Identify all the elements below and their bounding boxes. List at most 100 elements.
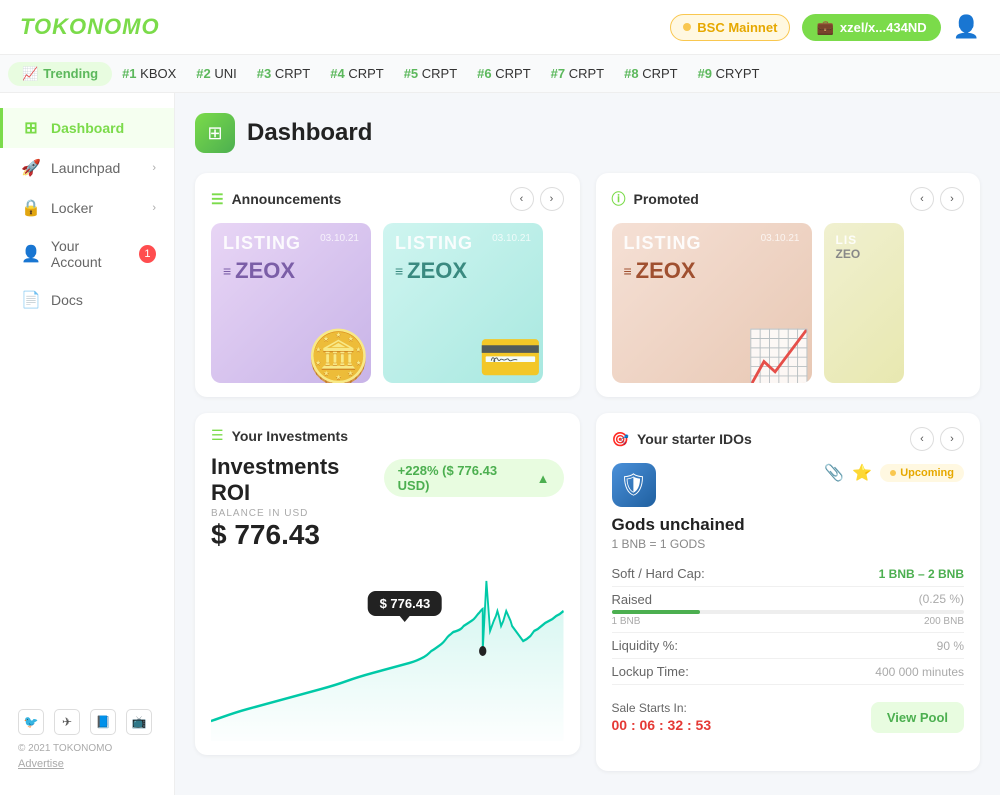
listing-label-3: LISTING [624,233,702,254]
ido-progress-fill [612,610,700,614]
investments-card: ☰ Your Investments Investments ROI +228%… [195,413,580,755]
investments-chart [211,561,564,741]
chevron-right-icon: › [152,202,156,214]
ido-sale-starts: Sale Starts In: 00 : 06 : 32 : 53 [612,693,712,733]
cards-row: ☰ Announcements ‹ › LISTING 03.10.21 [195,173,980,397]
sidebar-item-locker[interactable]: 🔒 Locker › [0,188,174,228]
listing-emoji-3: 📈 [747,327,812,383]
announcements-icon: ☰ [211,191,224,208]
announcements-next-button[interactable]: › [540,187,564,211]
ido-raised-value: (0.25 %) [919,592,964,607]
sidebar-launchpad-label: Launchpad [51,160,120,176]
wallet-badge[interactable]: 💼 xzel/x...434ND [802,14,940,41]
ido-section-title: 🎯 Your starter IDOs [612,431,752,448]
ido-nav: ‹ › [910,427,964,451]
content-area: ⊞ Dashboard ☰ Announcements ‹ › [175,93,1000,795]
announcements-title: ☰ Announcements [211,191,341,208]
investments-roi-row: Investments ROI +228% ($ 776.43 USD) ▲ [211,448,564,508]
ticker-item[interactable]: #8 CRPT [624,66,677,81]
investments-header: ☰ Your Investments [211,427,564,444]
listing-card-2[interactable]: LISTING 03.10.21 ≡ ZEOX 💳 [383,223,543,383]
listing-card-4[interactable]: LIS ZEO [824,223,904,383]
ido-progress-labels: 1 BNB 200 BNB [612,616,965,627]
chart-dot [479,646,486,656]
promoted-title: ⓘ Promoted [612,189,699,209]
countdown: 00 : 06 : 32 : 53 [612,717,712,733]
listing-brand-3: ≡ ZEOX [624,258,800,284]
ido-progress-max: 200 BNB [924,616,964,627]
sidebar-item-dashboard[interactable]: ⊞ Dashboard [0,108,174,148]
chart-tooltip: $ 776.43 [368,591,443,616]
ticker-bar: 📈 Trending #1 KBOX #2 UNI #3 CRPT #4 CRP… [0,55,1000,93]
star-icon[interactable]: ⭐ [852,463,872,483]
clip-icon[interactable]: 📎 [824,463,844,483]
sidebar: ⊞ Dashboard 🚀 Launchpad › 🔒 Locker › 👤 Y… [0,93,175,795]
balance-label: BALANCE IN USD [211,508,564,519]
bottom-row: ☰ Your Investments Investments ROI +228%… [195,413,980,771]
ticker-item[interactable]: #7 CRPT [551,66,604,81]
ido-liquidity-value: 90 % [937,639,964,653]
ido-actions: 📎 ⭐ Upcoming [666,463,965,483]
ido-progress-min: 1 BNB [612,616,641,627]
docs-icon: 📄 [21,290,41,310]
ticker-item[interactable]: #2 UNI [196,66,236,81]
ido-progress-bar [612,610,965,614]
sale-starts-label: Sale Starts In: [612,701,712,715]
listing-date-3: 03.10.21 [761,233,800,244]
announcements-prev-button[interactable]: ‹ [510,187,534,211]
ido-next-button[interactable]: › [940,427,964,451]
investments-title-row: ☰ Your Investments [211,427,348,444]
roi-arrow-icon: ▲ [537,471,550,486]
telegram-icon[interactable]: ✈ [54,709,80,735]
main-layout: ⊞ Dashboard 🚀 Launchpad › 🔒 Locker › 👤 Y… [0,93,1000,795]
promoted-next-button[interactable]: › [940,187,964,211]
network-badge[interactable]: BSC Mainnet [670,14,790,41]
listing-emoji-2: 💳 [478,327,543,383]
promoted-listing-cards: LISTING 03.10.21 ≡ ZEOX 📈 LIS ZEO [612,223,965,383]
listing-card-3[interactable]: LISTING 03.10.21 ≡ ZEOX 📈 [612,223,812,383]
announcements-header: ☰ Announcements ‹ › [211,187,564,211]
ido-row-raised: Raised (0.25 %) 1 BNB 200 BNB [612,587,965,633]
sidebar-item-docs[interactable]: 📄 Docs [0,280,174,320]
ido-info: 📎 ⭐ Upcoming [666,463,965,487]
sidebar-bottom: 🐦 ✈ 📘 📺 © 2021 TOKONOMO Advertise [0,699,174,780]
trending-label: Trending [43,66,98,81]
listing-date-2: 03.10.21 [492,233,531,244]
roi-badge-text: +228% ($ 776.43 USD) [398,463,532,493]
ticker-item[interactable]: #4 CRPT [330,66,383,81]
ido-softhard-label: Soft / Hard Cap: [612,566,705,581]
promoted-nav: ‹ › [910,187,964,211]
chevron-right-icon: › [152,162,156,174]
investments-section-label: Your Investments [232,428,348,444]
ticker-item[interactable]: #9 CRYPT [698,66,760,81]
ticker-item[interactable]: #5 CRPT [404,66,457,81]
listing-label-1: LISTING [223,233,301,254]
promoted-header: ⓘ Promoted ‹ › [612,187,965,211]
sidebar-item-launchpad[interactable]: 🚀 Launchpad › [0,148,174,188]
ticker-item[interactable]: #3 CRPT [257,66,310,81]
ido-prev-button[interactable]: ‹ [910,427,934,451]
listing-card-1[interactable]: LISTING 03.10.21 ≡ ZEOX 🪙 [211,223,371,383]
promoted-label: Promoted [634,191,699,207]
twitter-icon[interactable]: 🐦 [18,709,44,735]
promoted-prev-button[interactable]: ‹ [910,187,934,211]
announcements-card: ☰ Announcements ‹ › LISTING 03.10.21 [195,173,580,397]
trending-arrow-icon: 📈 [22,66,38,82]
user-icon[interactable]: 👤 [953,14,980,40]
ido-footer: Sale Starts In: 00 : 06 : 32 : 53 View P… [612,693,965,733]
view-pool-button[interactable]: View Pool [871,702,964,733]
ido-raised-label: Raised [612,592,652,607]
upcoming-label: Upcoming [900,467,954,479]
sidebar-locker-label: Locker [51,200,93,216]
network-dot-icon [683,23,691,31]
youtube-icon[interactable]: 📺 [126,709,152,735]
advertise-link[interactable]: Advertise [18,758,156,770]
balance-value: $ 776.43 [211,519,564,551]
ido-row-softhard: Soft / Hard Cap: 1 BNB – 2 BNB [612,561,965,587]
ticker-item[interactable]: #6 CRPT [477,66,530,81]
facebook-icon[interactable]: 📘 [90,709,116,735]
sidebar-item-account[interactable]: 👤 Your Account 1 [0,228,174,280]
ido-detail-header: 🛡 📎 ⭐ Upcoming [612,463,965,507]
locker-icon: 🔒 [21,198,41,218]
ticker-item[interactable]: #1 KBOX [122,66,176,81]
